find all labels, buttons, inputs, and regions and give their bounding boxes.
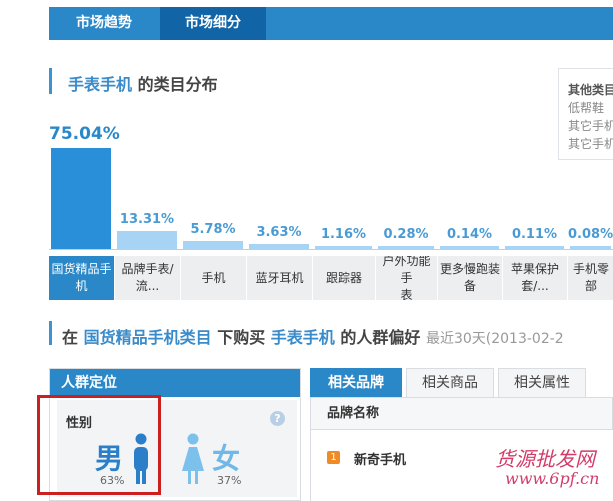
bar-value-label: 75.04% [49,124,120,144]
bar-value-label: 0.08% [568,227,613,242]
other-categories-box: 其他类目 低帮鞋 其它手机 其它手机 [558,68,613,160]
other-category-item[interactable]: 其它手机 [568,117,613,135]
tab-related-products[interactable]: 相关商品 [406,368,494,397]
brand-name-column-header: 品牌名称 [310,397,613,430]
section-marker [49,68,52,94]
rank-badge: 1 [327,451,340,464]
title-middle: 下购买 [217,328,266,347]
chart-bar[interactable] [117,231,177,249]
bar-value-label: 5.78% [190,222,236,237]
category-tab[interactable]: 手机零部 [568,256,613,300]
bar-value-label: 0.28% [383,227,429,242]
tab-related-brands[interactable]: 相关品牌 [310,368,402,397]
female-percentage: 37% [217,474,242,487]
other-category-item[interactable]: 其它手机 [568,135,613,153]
category-tab[interactable]: 国货精品手机 [49,256,115,300]
category-tab[interactable]: 户外功能手表 [376,256,438,300]
tab-market-trend[interactable]: 市场趋势 [49,7,159,40]
category-tab[interactable]: 品牌手表/流... [115,256,181,300]
tab-market-segment[interactable]: 市场细分 [160,7,266,40]
chart-bar[interactable] [183,241,243,249]
watermark-logo: 货源批发网 [495,447,595,471]
other-categories-heading: 其他类目 [568,83,613,97]
category-link[interactable]: 国货精品手机类目 [84,328,212,347]
crowd-preference-title: 在 国货精品手机类目 下购买 手表手机 的人群偏好 最近30天(2013-02-… [62,324,564,348]
title-suffix: 的类目分布 [137,75,218,94]
category-tab[interactable]: 苹果保护 套/... [503,256,568,300]
keyword-link[interactable]: 手表手机 [68,75,132,94]
date-range: 最近30天(2013-02-2 [425,331,564,347]
brand-name[interactable]: 新奇手机 [354,449,406,468]
tab-related-attributes[interactable]: 相关属性 [498,368,586,397]
category-distribution-title: 手表手机 的类目分布 [68,71,218,95]
bar-value-label: 13.31% [119,212,175,227]
section-marker [49,321,52,345]
female-label: 女 [212,442,241,475]
help-icon[interactable]: ? [270,411,285,426]
category-tab[interactable]: 更多慢跑装备 [438,256,503,300]
keyword-link[interactable]: 手表手机 [271,328,335,347]
bar-value-label: 3.63% [256,225,302,240]
title-prefix: 在 [62,328,79,347]
highlight-annotation [37,395,161,495]
category-tab[interactable]: 手机 [181,256,247,300]
chart-baseline [49,249,613,250]
bar-value-label: 0.11% [511,227,558,242]
chart-bar[interactable] [51,148,111,249]
category-tab[interactable]: 跟踪器 [313,256,376,300]
persona-panel-header: 人群定位 [50,369,300,397]
watermark-url: www.6pf.cn [505,469,600,488]
other-category-item[interactable]: 低帮鞋 [568,99,613,117]
category-tab[interactable]: 蓝牙耳机 [247,256,313,300]
bar-value-label: 0.14% [446,227,493,242]
female-figure-icon [182,433,204,484]
title-suffix: 的人群偏好 [340,328,421,347]
bar-value-label: 1.16% [320,227,367,242]
